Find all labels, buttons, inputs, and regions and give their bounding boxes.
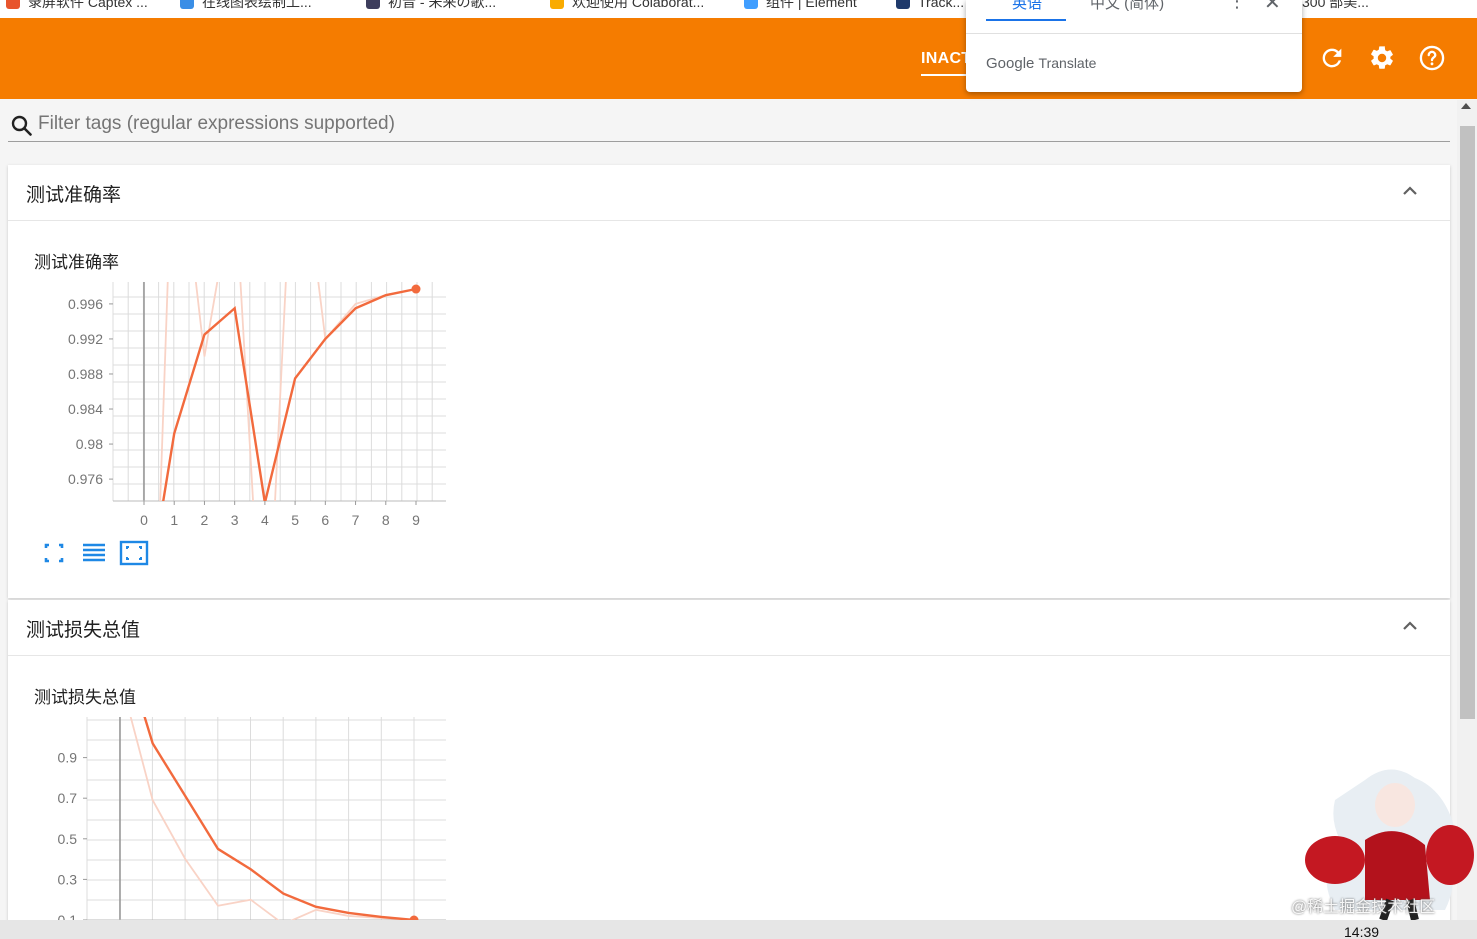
chart-card-title: 测试准确率	[34, 253, 119, 272]
x-tick-label: 8	[382, 512, 390, 528]
bookmark-item[interactable]: 在线图表绘制工...	[180, 0, 312, 12]
scroll-up-arrow[interactable]	[1461, 103, 1471, 109]
chevron-up-icon[interactable]	[1402, 620, 1418, 632]
scrollbar-thumb[interactable]	[1460, 126, 1475, 719]
close-icon[interactable]: ✕	[1264, 0, 1281, 15]
x-tick-label: 3	[231, 512, 239, 528]
x-tick-label: 5	[291, 512, 299, 528]
translate-popup: 英语 中文 (简体) ⋮ ✕ Google Translate	[966, 0, 1302, 92]
y-tick-label: 0.996	[68, 296, 103, 312]
x-tick-label: 7	[352, 512, 360, 528]
series-end-marker	[411, 284, 421, 294]
chart-card-title: 测试损失总值	[34, 688, 136, 707]
x-tick-label: 0	[140, 512, 148, 528]
y-tick-label: 0.5	[58, 831, 78, 847]
element-icon	[744, 0, 758, 9]
filter-tags-input[interactable]	[38, 110, 1438, 138]
settings-icon[interactable]	[1368, 44, 1396, 72]
panel-header[interactable]: 测试准确率	[8, 165, 1450, 221]
x-tick-label: 4	[261, 512, 269, 528]
taskbar: 14:39	[0, 920, 1477, 939]
active-tab-indicator	[986, 19, 1066, 21]
raw-series-line	[129, 717, 415, 920]
panel-header[interactable]: 测试损失总值	[8, 600, 1450, 656]
y-tick-label: 0.984	[68, 401, 103, 417]
panel-test-loss: 测试损失总值 测试损失总值 0.10.30.50.70.9	[8, 600, 1450, 930]
panel-title: 测试准确率	[26, 185, 122, 206]
colab-icon	[550, 0, 564, 9]
panel-test-accuracy: 测试准确率 测试准确率 0.976 0.98 0.984 0.988 0.992 0.99…	[8, 165, 1450, 598]
tab-source-language[interactable]: 英语	[1012, 0, 1042, 13]
bookmark-item[interactable]: 300 部美...	[1302, 0, 1369, 12]
fullscreen-icon[interactable]	[39, 540, 69, 566]
watermark: @稀土掘金技术社区	[1291, 899, 1436, 916]
x-tick-label: 6	[321, 512, 329, 528]
chart-tool-icon	[180, 0, 194, 9]
y-tick-label: 0.3	[58, 871, 78, 887]
chart-toolbar	[8, 540, 208, 570]
tensorboard-window: 录屏软件 Captex ... 在线图表绘制工... 初音 - 未来の歌... …	[0, 0, 1477, 939]
more-options-icon[interactable]: ⋮	[1228, 0, 1246, 12]
accuracy-chart[interactable]: 0.976 0.98 0.984 0.988 0.992 0.996 0 1 2 3 4 5 6 7 8 9	[8, 275, 468, 535]
y-tick-label: 0.7	[58, 790, 78, 806]
bookmark-item[interactable]: 组件 | Element	[744, 0, 857, 12]
y-tick-label: 0.992	[68, 331, 103, 347]
y-tick-label: 0.9	[58, 750, 78, 766]
search-icon	[11, 115, 32, 136]
bookmark-item[interactable]: 录屏软件 Captex ...	[6, 0, 148, 12]
captex-icon	[6, 0, 20, 9]
series-line	[143, 717, 415, 920]
miku-icon	[366, 0, 380, 9]
x-tick-label: 9	[412, 512, 420, 528]
loss-chart[interactable]: 0.10.30.50.70.9	[8, 710, 468, 930]
tag-filter	[8, 108, 1450, 142]
bookmark-item[interactable]: Track...	[896, 0, 964, 12]
refresh-icon[interactable]	[1318, 44, 1346, 72]
y-tick-label: 0.988	[68, 366, 103, 382]
y-tick-label: 0.98	[76, 436, 103, 452]
tab-target-language[interactable]: 中文 (简体)	[1090, 0, 1164, 13]
fit-domain-icon[interactable]	[119, 540, 149, 566]
x-tick-label: 2	[201, 512, 209, 528]
y-tick-label: 0.976	[68, 471, 103, 487]
bookmark-item[interactable]: 初音 - 未来の歌...	[366, 0, 496, 12]
chevron-up-icon[interactable]	[1402, 185, 1418, 197]
track-icon	[896, 0, 910, 9]
translate-tabs: 英语 中文 (简体) ⋮ ✕	[966, 0, 1302, 34]
list-icon[interactable]	[79, 540, 109, 566]
bookmark-item[interactable]: 欢迎使用 Colaborat...	[550, 0, 704, 12]
google-translate-logo: Google Translate	[986, 55, 1097, 72]
help-icon[interactable]	[1418, 44, 1446, 72]
panel-title: 测试损失总值	[26, 620, 141, 641]
taskbar-clock: 14:39	[1344, 924, 1380, 939]
x-tick-label: 1	[170, 512, 178, 528]
